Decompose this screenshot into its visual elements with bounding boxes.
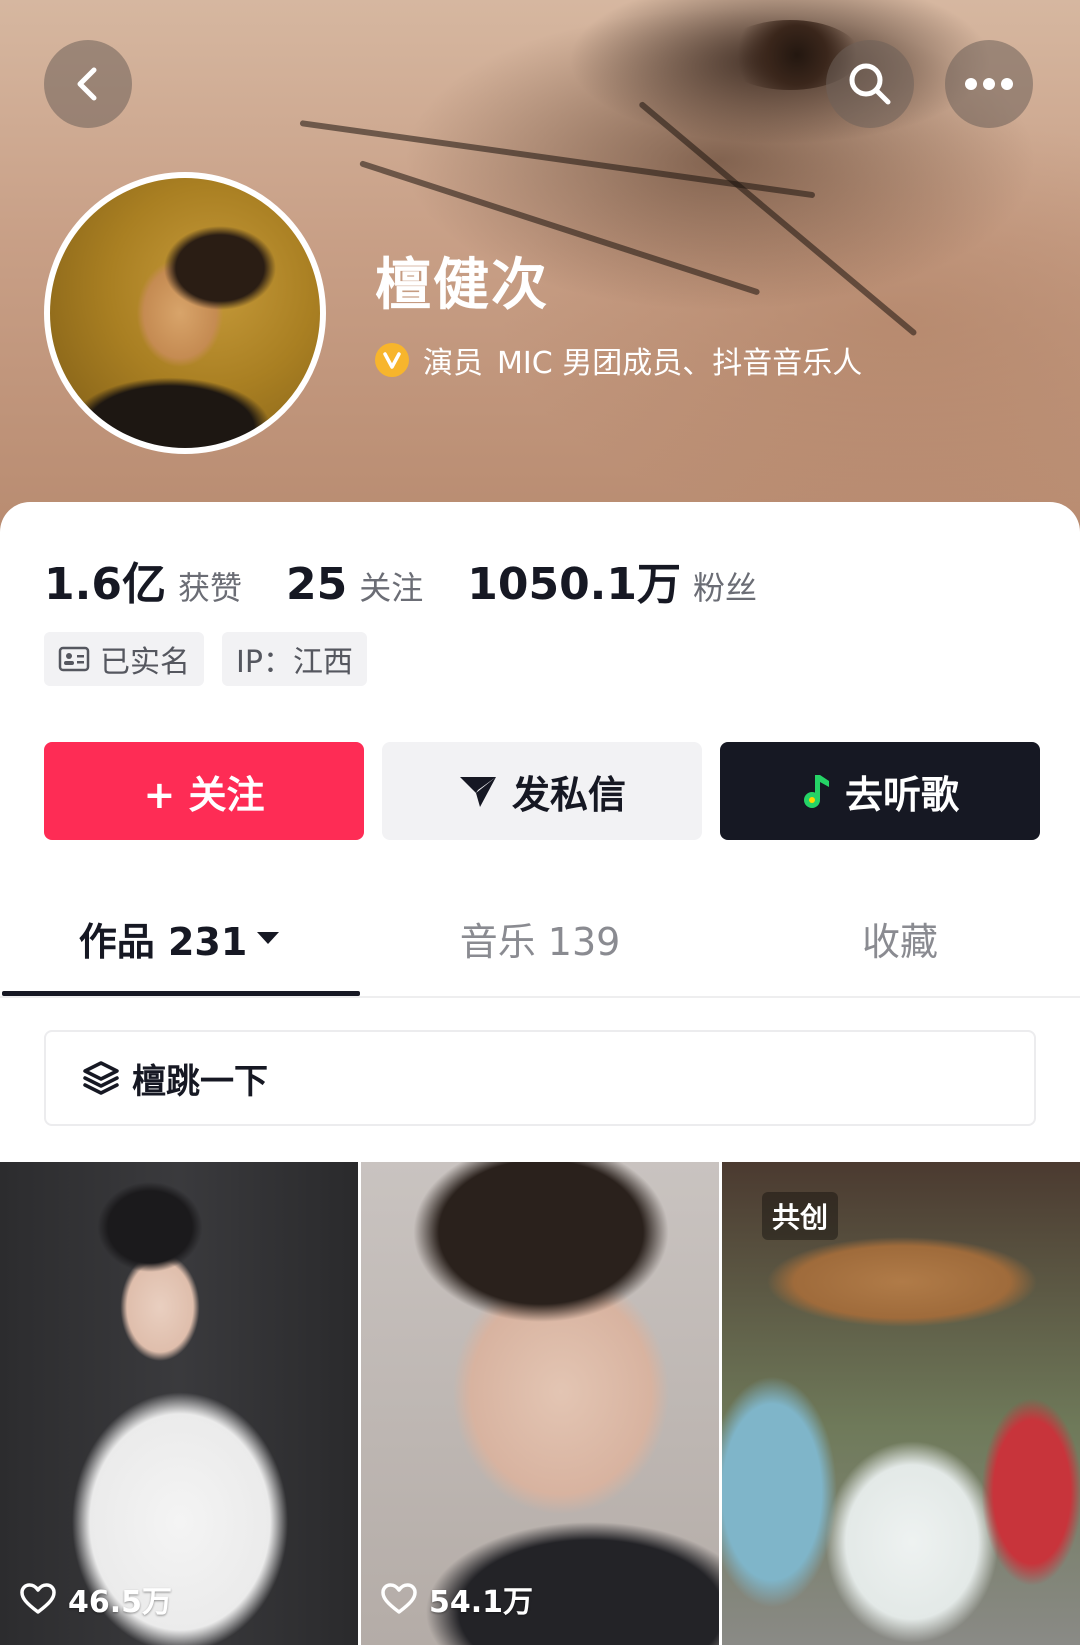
tab-music-label: 音乐 139 [459, 919, 621, 964]
stat-followers[interactable]: 1050.1万 粉丝 [467, 548, 757, 612]
real-name-tag: 已实名 [44, 632, 204, 686]
verified-v-icon [375, 343, 409, 377]
heart-icon [20, 1583, 56, 1614]
search-icon [849, 63, 891, 105]
message-label: 发私信 [511, 772, 626, 817]
tab-music[interactable]: 音乐 139 [360, 880, 720, 996]
id-card-icon [58, 646, 90, 672]
co-creation-badge: 共创 [762, 1192, 839, 1240]
stat-value: 1.6亿 [44, 559, 166, 610]
back-button[interactable] [44, 40, 132, 128]
tab-works-label: 作品 231 [78, 919, 248, 964]
music-label: 去听歌 [844, 772, 959, 817]
stat-value: 1050.1万 [467, 559, 682, 610]
music-note-icon [803, 775, 829, 808]
message-button[interactable]: 发私信 [382, 742, 702, 840]
bio-groups: MIC 男团成员、抖音音乐人 [497, 346, 863, 381]
stat-label: 获赞 [177, 569, 242, 607]
caret-down-icon [257, 932, 280, 944]
video-thumbnail[interactable]: 46.5万 [0, 1162, 358, 1645]
video-thumbnail[interactable]: 54.1万 [361, 1162, 719, 1645]
active-tab-indicator [2, 991, 360, 996]
tab-favorites-label: 收藏 [861, 919, 938, 964]
chevron-left-icon [77, 67, 97, 101]
ip-location-tag: IP：江西 [222, 632, 367, 686]
more-dots-icon [965, 78, 1013, 90]
stat-label: 关注 [359, 569, 424, 607]
profile-tags: 已实名 IP：江西 [44, 632, 367, 686]
collection-entry[interactable]: 檀跳一下 [44, 1030, 1036, 1126]
verification-row: 演员 MIC 男团成员、抖音音乐人 [375, 338, 862, 382]
stat-label: 粉丝 [693, 569, 758, 607]
action-buttons: + 关注 发私信 去听歌 [44, 742, 1040, 840]
like-count-value: 46.5万 [68, 1585, 173, 1620]
video-grid: 46.5万 54.1万 共创 [0, 1162, 1080, 1645]
layers-icon [83, 1061, 119, 1095]
cover-hair-strand [638, 100, 918, 337]
heart-icon [381, 1583, 417, 1614]
like-count-value: 54.1万 [429, 1585, 534, 1620]
bio-role: 演员 [423, 346, 483, 381]
stat-value: 25 [285, 559, 348, 610]
collection-label: 檀跳一下 [132, 1061, 268, 1102]
send-icon [459, 777, 496, 807]
real-name-label: 已实名 [100, 645, 190, 680]
ip-location-label: IP：江西 [236, 645, 353, 680]
content-tabs: 作品 231 音乐 139 收藏 [0, 880, 1080, 998]
follow-button[interactable]: + 关注 [44, 742, 364, 840]
stat-following[interactable]: 25 关注 [286, 559, 423, 610]
like-count: 54.1万 [381, 1577, 533, 1621]
search-button[interactable] [826, 40, 914, 128]
avatar[interactable] [44, 172, 326, 454]
profile-name: 檀健次 [375, 253, 549, 318]
more-button[interactable] [945, 40, 1033, 128]
video-thumbnail[interactable]: 共创 [722, 1162, 1080, 1645]
listen-music-button[interactable]: 去听歌 [720, 742, 1040, 840]
tab-favorites[interactable]: 收藏 [720, 880, 1080, 996]
profile-stats: 1.6亿 获赞 25 关注 1050.1万 粉丝 [44, 548, 801, 612]
tab-works[interactable]: 作品 231 [0, 880, 360, 996]
like-count: 46.5万 [20, 1577, 172, 1621]
stat-likes[interactable]: 1.6亿 获赞 [44, 548, 242, 612]
